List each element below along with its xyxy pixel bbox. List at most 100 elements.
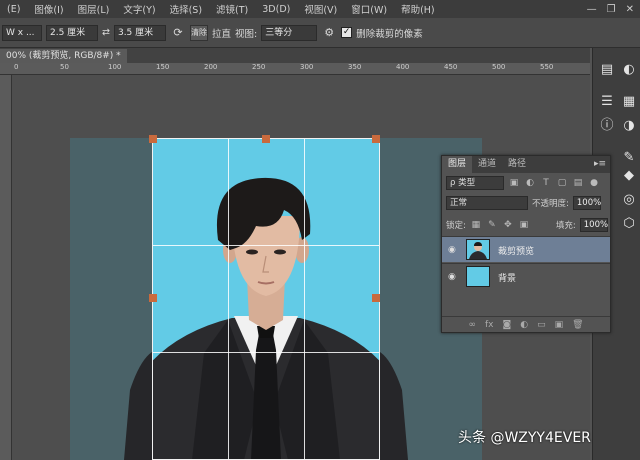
type-filter-icon[interactable]: T — [540, 177, 552, 189]
delete-cropped-checkbox[interactable]: ✓ — [341, 27, 353, 38]
window-controls: — ❐ ✕ — [587, 0, 634, 18]
opacity-label: 不透明度: — [532, 199, 569, 209]
menu-edit[interactable]: (E) — [0, 4, 27, 15]
layer-name: 裁剪预览 — [498, 247, 535, 257]
ratio-dropdown[interactable]: W x ... — [2, 24, 42, 41]
document-tab-bar: 00% (裁剪预览, RGB/8#) * — [0, 48, 590, 63]
link-icon[interactable]: ∞ — [468, 320, 476, 330]
document-tab[interactable]: 00% (裁剪预览, RGB/8#) * — [0, 49, 127, 63]
menu-filter[interactable]: 滤镜(T) — [209, 2, 255, 16]
ruler-number: 400 — [396, 63, 410, 71]
menu-bar: (E) 图像(I) 图层(L) 文字(Y) 选择(S) 滤镜(T) 3D(D) … — [0, 0, 640, 18]
ruler-number: 300 — [300, 63, 314, 71]
tab-paths[interactable]: 路径 — [502, 156, 532, 173]
crop-handle-top-right[interactable] — [372, 135, 380, 143]
actions-icon[interactable]: ☰ — [597, 92, 617, 112]
crop-frame[interactable] — [152, 138, 380, 460]
crop-handle-right[interactable] — [372, 294, 380, 302]
trash-icon[interactable]: 🗑 — [572, 320, 583, 330]
crop-height-field[interactable]: 3.5 厘米 — [113, 24, 166, 41]
blend-row: 正常 不透明度: 100% — [442, 196, 610, 210]
tab-layers[interactable]: 图层 — [442, 156, 473, 173]
layer-row-background[interactable]: ◉ 背景 — [442, 263, 610, 289]
filter-toggle-icon[interactable]: ● — [588, 177, 600, 189]
eye-icon[interactable]: ◉ — [448, 245, 456, 255]
ruler-number: 50 — [60, 63, 69, 71]
layer-thumbnail — [466, 239, 490, 260]
options-bar: W x ... 2.5 厘米 ⇄ 3.5 厘米 ⟳ 清除 拉直 视图: 三等分 … — [0, 18, 640, 48]
layer-thumbnail — [466, 266, 490, 287]
menu-image[interactable]: 图像(I) — [27, 2, 70, 16]
smart-filter-icon[interactable]: ▤ — [572, 177, 584, 189]
ruler-number: 550 — [540, 63, 554, 71]
swatches-icon[interactable]: ▦ — [619, 92, 639, 112]
eye-icon[interactable]: ◉ — [448, 272, 456, 282]
menu-type[interactable]: 文字(Y) — [116, 2, 162, 16]
crop-handle-top-left[interactable] — [149, 135, 157, 143]
menu-help[interactable]: 帮助(H) — [394, 2, 442, 16]
menu-select[interactable]: 选择(S) — [163, 2, 209, 16]
layer-filter-dropdown[interactable]: ρ 类型 — [446, 176, 504, 190]
tab-channels[interactable]: 通道 — [472, 156, 502, 173]
clear-button[interactable]: 清除 — [189, 24, 208, 41]
fill-field[interactable]: 100% — [579, 218, 608, 232]
panel-footer: ∞ fx ◙ ◐ ▭ ▣ 🗑 — [442, 316, 610, 332]
horizontal-ruler: 0 50 100 150 200 250 300 350 400 450 500… — [0, 63, 590, 75]
crop-handle-top[interactable] — [262, 135, 270, 143]
straighten-button[interactable]: 拉直 — [212, 26, 231, 40]
fx-icon[interactable]: fx — [485, 320, 494, 330]
minimize-button[interactable]: — — [587, 4, 597, 15]
view-overlay-dropdown[interactable]: 三等分 — [261, 24, 318, 41]
shape-filter-icon[interactable]: ▢ — [556, 177, 568, 189]
ruler-number: 250 — [252, 63, 266, 71]
group-icon[interactable]: ▭ — [537, 320, 546, 330]
gear-icon[interactable]: ⚙ — [321, 25, 337, 41]
lock-transparency-icon[interactable]: ▦ — [470, 219, 482, 231]
pixel-filter-icon[interactable]: ▣ — [508, 177, 520, 189]
crop-width-field[interactable]: 2.5 厘米 — [46, 24, 98, 41]
rotate-icon[interactable]: ⟳ — [170, 25, 186, 41]
lock-paint-icon[interactable]: ✎ — [486, 219, 498, 231]
layer-row-crop-preview[interactable]: ◉ 裁剪预览 — [442, 236, 610, 262]
swap-icon[interactable]: ⇄ — [102, 27, 110, 38]
adjustment-layer-icon[interactable]: ◐ — [520, 320, 528, 330]
color-icon[interactable]: ◐ — [619, 60, 639, 80]
close-button[interactable]: ✕ — [626, 4, 634, 15]
lock-move-icon[interactable]: ✥ — [502, 219, 514, 231]
layer-name: 背景 — [498, 274, 517, 284]
channels-icon[interactable]: ◎ — [619, 190, 639, 210]
view-label: 视图: — [234, 28, 258, 40]
delete-cropped-label: 删除裁剪的像素 — [356, 28, 423, 40]
ruler-number: 500 — [492, 63, 506, 71]
menu-view[interactable]: 视图(V) — [297, 2, 344, 16]
layers-panel: 图层 通道 路径 ▸≡ ρ 类型 ▣ ◐ T ▢ ▤ ● 正常 不透明度: 10… — [441, 155, 611, 333]
new-layer-icon[interactable]: ▣ — [555, 320, 564, 330]
layers-icon[interactable]: ◆ — [619, 166, 639, 186]
watermark: 头条 @WZYY4EVER — [458, 430, 591, 446]
menu-window[interactable]: 窗口(W) — [344, 2, 394, 16]
mask-icon[interactable]: ◙ — [502, 320, 511, 330]
panel-menu-icon[interactable]: ▸≡ — [594, 156, 606, 173]
vertical-ruler — [0, 75, 12, 460]
panel-tab-bar: 图层 通道 路径 — [442, 156, 610, 173]
adjust-filter-icon[interactable]: ◐ — [524, 177, 536, 189]
opacity-field[interactable]: 100% — [572, 196, 601, 210]
fill-label: 填充: — [555, 221, 576, 231]
layer-filter-row: ρ 类型 ▣ ◐ T ▢ ▤ ● — [442, 176, 610, 190]
ruler-number: 100 — [108, 63, 122, 71]
ruler-number: 150 — [156, 63, 170, 71]
lock-row: 锁定: ▦ ✎ ✥ ▣ 填充: 100% — [442, 218, 610, 232]
history-icon[interactable]: ▤ — [597, 60, 617, 80]
menu-layer[interactable]: 图层(L) — [71, 2, 117, 16]
paths-icon[interactable]: ⬡ — [619, 214, 639, 234]
crop-handle-left[interactable] — [149, 294, 157, 302]
styles-icon[interactable]: ✎ — [619, 148, 639, 168]
ruler-number: 450 — [444, 63, 458, 71]
blend-mode-dropdown[interactable]: 正常 — [446, 196, 528, 210]
menu-3d[interactable]: 3D(D) — [255, 4, 297, 15]
info-icon[interactable]: ⓘ — [597, 116, 617, 136]
lock-all-icon[interactable]: ▣ — [518, 219, 530, 231]
adjustments-icon[interactable]: ◑ — [619, 116, 639, 136]
lock-label: 锁定: — [446, 221, 466, 231]
restore-button[interactable]: ❐ — [607, 4, 616, 15]
